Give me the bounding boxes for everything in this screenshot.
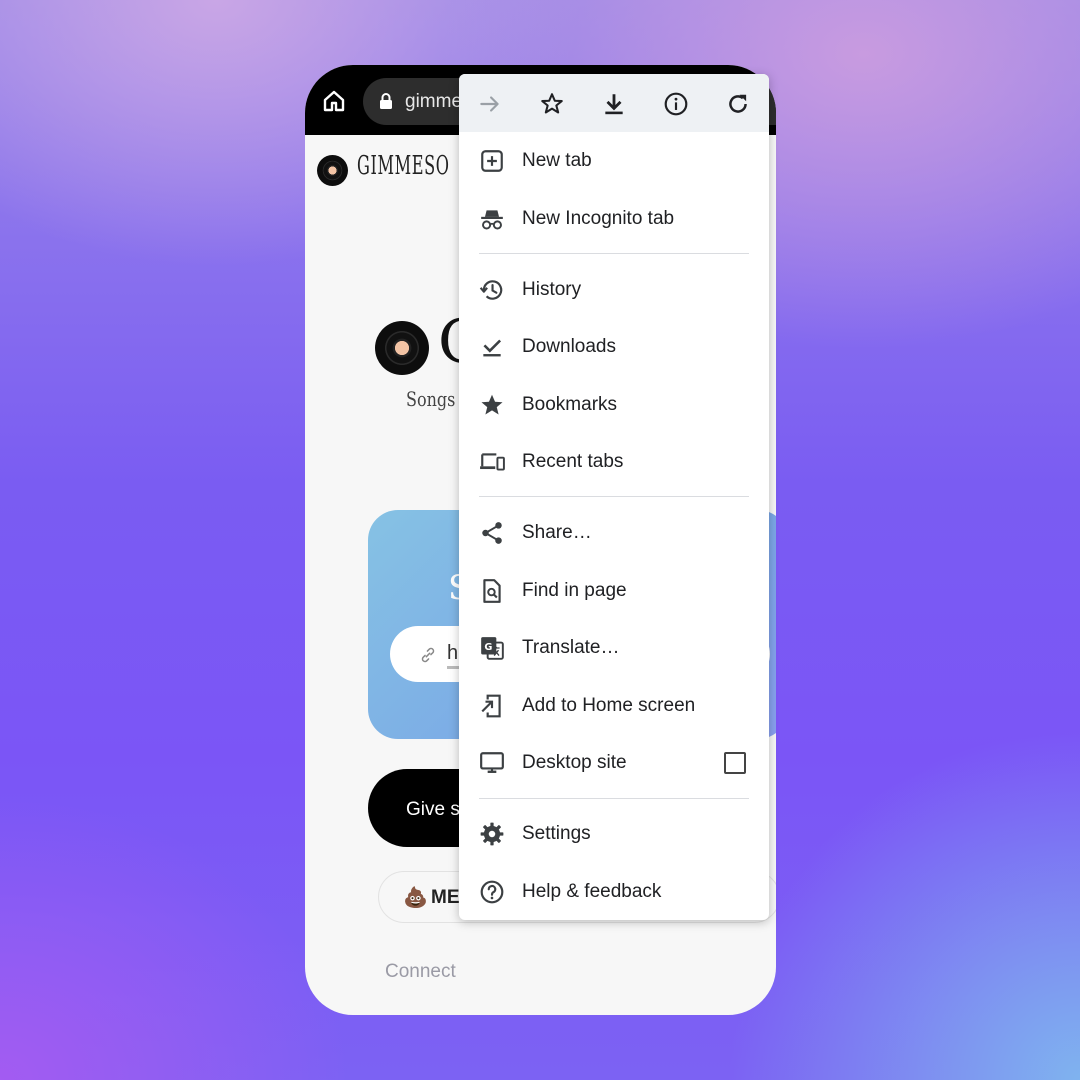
menu-item-settings[interactable]: Settings bbox=[459, 809, 769, 859]
menu-item-bookmarks[interactable]: Bookmarks bbox=[459, 380, 769, 430]
menu-label: Desktop site bbox=[522, 752, 627, 773]
menu-item-help[interactable]: Help & feedback bbox=[459, 867, 769, 917]
menu-item-new-tab[interactable]: New tab bbox=[459, 136, 769, 186]
tagline: Songs f bbox=[406, 387, 467, 411]
menu-label: Bookmarks bbox=[522, 394, 618, 415]
reload-icon[interactable] bbox=[725, 91, 751, 117]
share-icon bbox=[479, 520, 505, 546]
incognito-icon bbox=[479, 206, 505, 232]
menu-item-share[interactable]: Share… bbox=[459, 508, 769, 558]
poop-emoji-icon: 💩 bbox=[403, 887, 428, 909]
vinyl-logo-icon bbox=[317, 155, 348, 186]
menu-item-recent-tabs[interactable]: Recent tabs bbox=[459, 437, 769, 487]
menu-divider bbox=[479, 798, 749, 799]
desktop-site-checkbox[interactable] bbox=[724, 752, 746, 774]
menu-divider bbox=[479, 253, 749, 254]
desktop-icon bbox=[479, 750, 505, 776]
download-done-icon bbox=[479, 334, 505, 360]
menu-label: Find in page bbox=[522, 580, 627, 601]
menu-label: Translate… bbox=[522, 637, 620, 658]
history-icon bbox=[479, 277, 505, 303]
menu-label: Share… bbox=[522, 522, 592, 543]
menu-item-find-in-page[interactable]: Find in page bbox=[459, 566, 769, 616]
give-button-label: Give s bbox=[406, 799, 460, 820]
menu-label: Settings bbox=[522, 823, 591, 844]
menu-item-desktop-site[interactable]: Desktop site bbox=[459, 738, 769, 788]
add-to-home-screen-icon bbox=[479, 693, 505, 719]
input-value: h bbox=[447, 642, 459, 664]
menu-item-downloads[interactable]: Downloads bbox=[459, 322, 769, 372]
menu-label: Downloads bbox=[522, 336, 616, 357]
menu-item-add-to-home[interactable]: Add to Home screen bbox=[459, 681, 769, 731]
menu-label: Help & feedback bbox=[522, 881, 662, 902]
menu-item-incognito[interactable]: New Incognito tab bbox=[459, 194, 769, 244]
star-icon bbox=[479, 392, 505, 418]
hero-vinyl-icon bbox=[375, 321, 429, 375]
bookmark-star-icon[interactable] bbox=[539, 91, 565, 117]
svg-text:G: G bbox=[484, 642, 492, 653]
menu-label: History bbox=[522, 279, 582, 300]
menu-label: New Incognito tab bbox=[522, 208, 675, 229]
menu-label: New tab bbox=[522, 150, 592, 171]
url-text: gimme bbox=[405, 91, 463, 112]
menu-divider bbox=[479, 496, 749, 497]
gear-icon bbox=[479, 821, 505, 847]
help-icon bbox=[479, 879, 505, 905]
menu-item-translate[interactable]: G Translate… bbox=[459, 623, 769, 673]
translate-icon: G bbox=[479, 635, 505, 661]
link-icon bbox=[418, 645, 438, 665]
devices-icon bbox=[479, 449, 505, 475]
menu-item-history[interactable]: History bbox=[459, 265, 769, 315]
download-icon[interactable] bbox=[601, 91, 627, 117]
find-in-page-icon bbox=[479, 578, 505, 604]
browser-overflow-menu: New tab New Incognito tab History Downlo… bbox=[459, 74, 769, 920]
menu-label: Recent tabs bbox=[522, 451, 624, 472]
site-brand: GIMMESO bbox=[357, 151, 450, 181]
connect-text: Connect bbox=[385, 961, 456, 982]
home-icon[interactable] bbox=[322, 89, 346, 113]
info-icon[interactable] bbox=[663, 91, 689, 117]
forward-icon[interactable] bbox=[477, 91, 503, 117]
add-box-icon bbox=[479, 148, 505, 174]
menu-toolbar bbox=[459, 74, 769, 132]
lock-icon bbox=[379, 92, 393, 110]
meme-button-label: ME bbox=[431, 887, 460, 908]
menu-label: Add to Home screen bbox=[522, 695, 696, 716]
